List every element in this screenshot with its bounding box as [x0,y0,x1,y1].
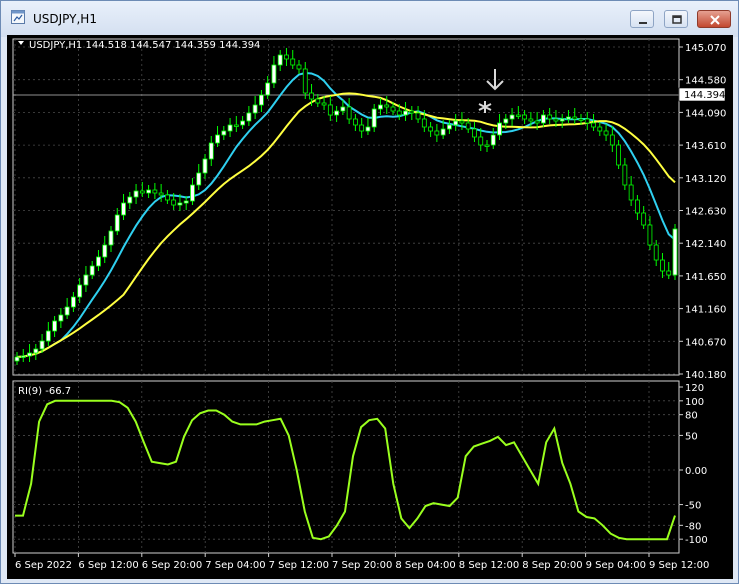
rsi-header: RI(9) -66.7 [18,386,71,397]
price-tick-label: 141.160 [685,305,726,316]
price-tick-label: 144.580 [685,76,726,87]
rsi-tick-label: -100 [685,535,708,546]
rsi-tick-label: -80 [685,521,701,532]
chart-header: USDJPY,H1 144.518 144.547 144.359 144.39… [29,40,260,51]
maximize-button[interactable] [664,10,688,28]
rsi-tick-label: -50 [685,501,701,512]
chart-window-icon [11,10,25,24]
rsi-tick-label: 80 [685,411,698,422]
rsi-tick-label: 100 [685,397,704,408]
time-tick-label: 8 Sep 12:00 [459,560,519,571]
rsi-tick-label: 0.00 [685,466,707,477]
maximize-icon [672,15,682,24]
time-axis[interactable]: 6 Sep 2022 6 Sep 12:00 6 Sep 20:00 7 Sep 04… [14,553,709,571]
price-tick-label: 143.120 [685,174,726,185]
time-tick-label: 8 Sep 20:00 [522,560,582,571]
chart-window: USDJPY,H1 USDJPY,H1 144.518 144.547 144.… [0,0,739,584]
current-price-label: 144.394 [684,90,725,101]
price-panel[interactable]: USDJPY,H1 144.518 144.547 144.359 144.39… [7,35,733,381]
price-tick-label: 144.090 [685,108,726,119]
price-tick-label: 143.610 [685,141,726,152]
chart-area[interactable]: USDJPY,H1 144.518 144.547 144.359 144.39… [7,35,733,579]
chart-canvas[interactable]: USDJPY,H1 144.518 144.547 144.359 144.39… [7,35,733,579]
minimize-icon [639,22,647,24]
time-tick-label: 9 Sep 04:00 [586,560,646,571]
price-tick-label: 140.180 [685,370,726,381]
rsi-tick-label: 120 [685,383,704,394]
time-tick-label: 6 Sep 20:00 [142,560,202,571]
time-tick-label: 7 Sep 20:00 [332,560,392,571]
rsi-tick-label: 50 [685,431,698,442]
price-tick-label: 142.140 [685,239,726,250]
time-tick-label: 7 Sep 12:00 [269,560,329,571]
time-tick-label: 6 Sep 2022 [15,560,72,571]
window-title: USDJPY,H1 [33,12,97,26]
rsi-grid [13,381,679,553]
time-tick-label: 6 Sep 12:00 [78,560,138,571]
rsi-panel[interactable]: RI(9) -66.7 120 100 80 50 0.00 -50 -80 -100 [12,380,708,554]
time-tick-label: 8 Sep 04:00 [395,560,455,571]
close-icon [710,15,720,25]
price-tick-label: 145.070 [685,43,726,54]
minimize-button[interactable] [630,10,654,28]
time-tick-label: 7 Sep 04:00 [205,560,265,571]
time-tick-label: 9 Sep 12:00 [649,560,709,571]
close-button[interactable] [697,10,731,28]
title-bar[interactable]: USDJPY,H1 [1,1,738,37]
rsi-axis[interactable]: 120 100 80 50 0.00 -50 -80 -100 [679,383,708,546]
price-tick-label: 140.670 [685,337,726,348]
price-tick-label: 141.650 [685,272,726,283]
price-tick-label: 142.630 [685,207,726,218]
